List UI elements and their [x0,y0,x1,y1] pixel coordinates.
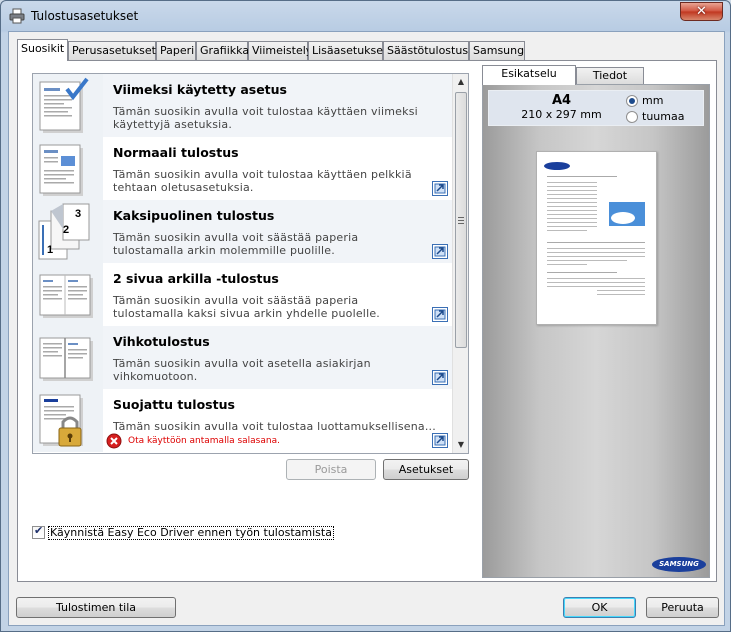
tab-finishing[interactable]: Viimeistely [248,41,312,60]
apply-shortcut-icon[interactable] [432,307,448,322]
printer-icon [9,8,25,24]
favorite-name: Suojattu tulostus [113,397,235,412]
favorite-name: 2 sivua arkilla -tulostus [113,271,279,286]
tab-graphics[interactable]: Grafiikka [196,41,249,60]
duplex-icon: 3 2 1 [38,203,90,260]
favorite-item-normal[interactable]: Normaali tulostus Tämän suosikin avulla … [33,137,453,200]
delete-button[interactable]: Poista [286,459,376,480]
paper-name: A4 [551,93,572,108]
scroll-down-arrow-icon[interactable]: ▼ [454,437,468,453]
favorite-name: Viimeksi käytetty asetus [113,82,287,97]
favorite-name: Vihkotulostus [113,334,210,349]
scrollbar-thumb[interactable] [455,92,467,348]
title-bar[interactable]: Tulostusasetukset ✕ [1,1,730,31]
apply-shortcut-icon[interactable] [432,181,448,196]
paper-size-box: A4 210 x 297 mm mm tuumaa [488,90,704,126]
page-preview [536,151,657,325]
svg-text:2: 2 [63,224,69,236]
normal-print-icon [39,144,83,196]
tab-basic[interactable]: Perusasetukset [68,41,156,60]
apply-shortcut-icon[interactable] [432,244,448,259]
svg-text:1: 1 [47,244,53,256]
cancel-button[interactable]: Peruuta [646,597,719,618]
tab-favorites[interactable]: Suosikit [17,39,68,61]
scroll-up-arrow-icon[interactable]: ▲ [454,74,468,90]
favorite-description: Tämän suosikin avulla voit tulostaa käyt… [113,105,418,131]
preview-area: A4 210 x 297 mm mm tuumaa SAMSUNG [482,84,710,578]
two-up-icon [39,274,93,318]
favorites-list[interactable]: Viimeksi käytetty asetus Tämän suosikin … [32,73,469,454]
favorite-item-last-used[interactable]: Viimeksi käytetty asetus Tämän suosikin … [33,74,453,137]
print-preferences-window: Tulostusasetukset ✕ Suosikit Perusasetuk… [0,0,731,632]
favorite-item-duplex[interactable]: 3 2 1 Kaksipuolinen tulostus Tämän suosi… [33,200,453,263]
favorite-item-booklet[interactable]: Vihkotulostus Tämän suosikin avulla voit… [33,326,453,389]
unit-mm-radio[interactable] [626,95,638,107]
favorites-scrollbar[interactable]: ▲ ▼ [452,74,468,453]
last-used-icon [39,77,89,133]
svg-text:3: 3 [75,208,81,220]
printer-status-button[interactable]: Tulostimen tila [16,597,176,618]
favorite-item-secure[interactable]: Suojattu tulostus Tämän suosikin avulla … [33,389,453,452]
ok-button[interactable]: OK [563,597,636,618]
tab-details[interactable]: Tiedot [576,67,644,84]
tab-samsung[interactable]: Samsung [469,41,525,60]
booklet-icon [39,337,93,381]
favorites-panel: Viimeksi käytetty asetus Tämän suosikin … [17,60,717,582]
favorite-description: Tämän suosikin avulla voit tulostaa käyt… [113,168,412,194]
unit-inch-radio[interactable] [626,111,638,123]
unit-mm-label[interactable]: mm [642,94,663,107]
tab-eco[interactable]: Säästötulostus [383,41,469,60]
window-title: Tulostusasetukset [31,9,139,23]
secure-print-icon [39,394,83,447]
favorite-description: Tämän suosikin avulla voit tulostaa luot… [113,420,436,433]
apply-shortcut-icon[interactable] [432,370,448,385]
favorite-description: Tämän suosikin avulla voit säästää paper… [113,231,359,257]
favorite-item-two-up[interactable]: 2 sivua arkilla -tulostus Tämän suosikin… [33,263,453,326]
favorite-name: Kaksipuolinen tulostus [113,208,275,223]
password-warning: Ota käyttöön antamalla salasana. [128,436,280,446]
tab-advanced[interactable]: Lisäasetukset [308,41,387,60]
paper-dimensions: 210 x 297 mm [521,108,602,121]
unit-inch-label[interactable]: tuumaa [642,110,684,123]
preview-pane: Esikatselu Tiedot A4 210 x 297 mm mm tuu… [482,65,710,578]
samsung-logo: SAMSUNG [652,557,706,572]
dialog-client-area: Suosikit Perusasetukset Paperi Grafiikka… [8,31,725,626]
error-icon [106,433,122,449]
tab-paper[interactable]: Paperi [156,41,196,60]
tab-preview[interactable]: Esikatselu [482,65,576,85]
document-preview-image [544,162,645,295]
favorite-description: Tämän suosikin avulla voit asetella asia… [113,357,371,383]
close-button[interactable]: ✕ [680,2,723,21]
settings-button[interactable]: Asetukset [383,459,469,480]
eco-driver-label[interactable]: Käynnistä Easy Eco Driver ennen työn tul… [48,526,334,540]
eco-driver-checkbox[interactable] [32,524,45,539]
favorite-name: Normaali tulostus [113,145,239,160]
favorite-description: Tämän suosikin avulla voit säästää paper… [113,294,380,320]
apply-shortcut-icon[interactable] [432,433,448,448]
